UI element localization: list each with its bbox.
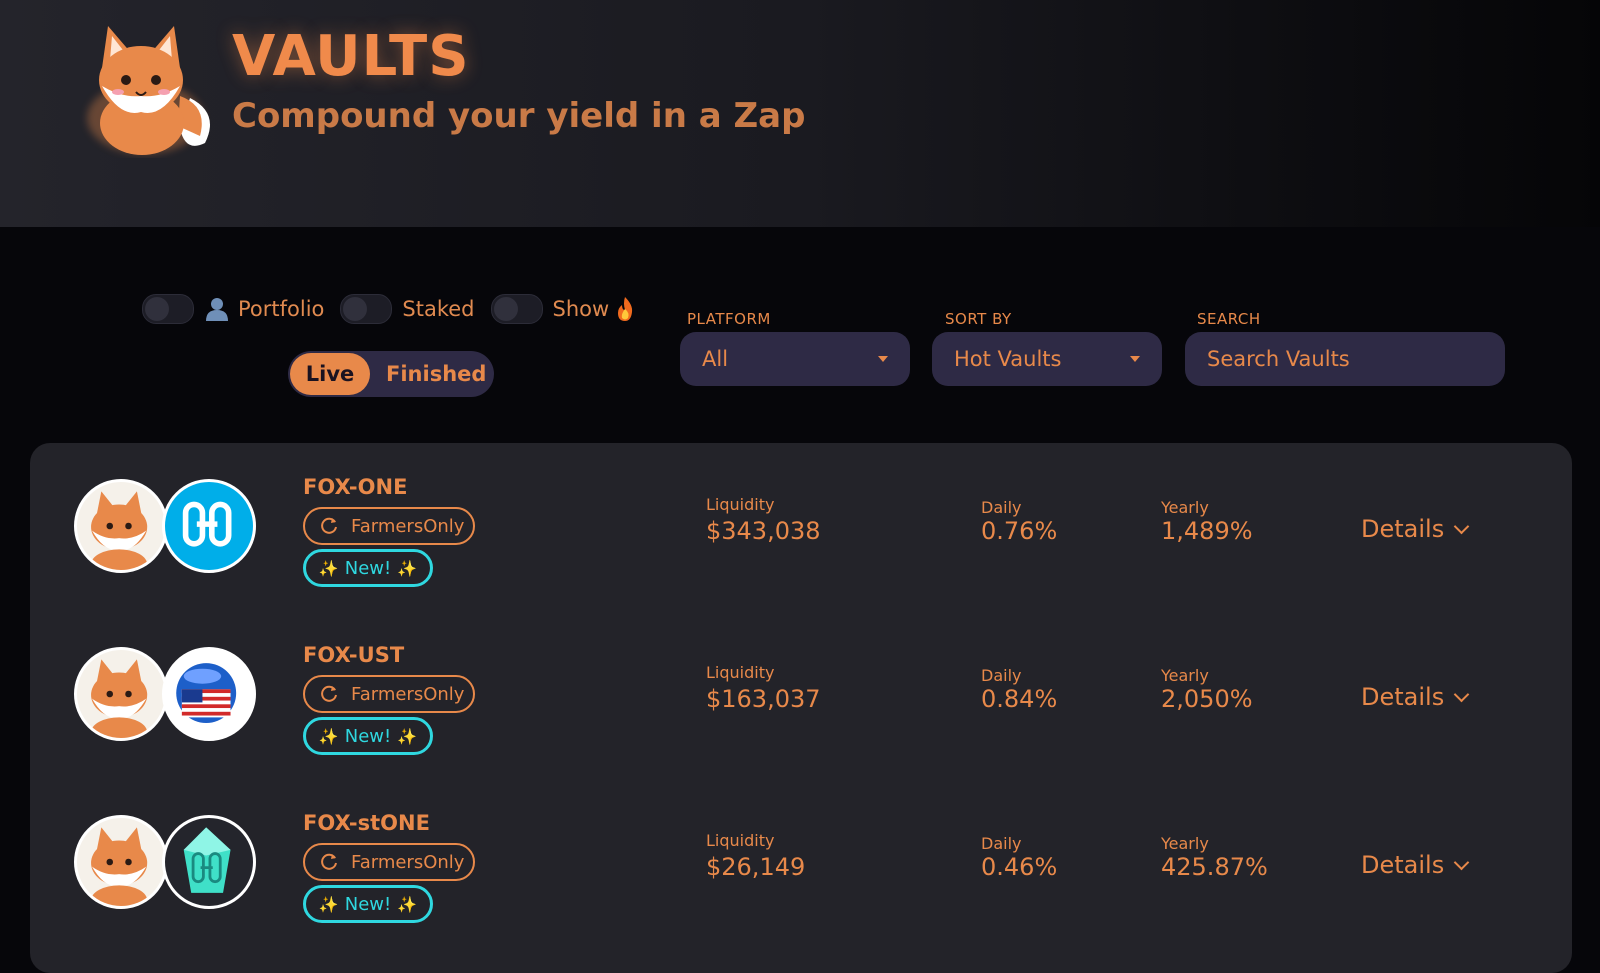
platform-name: FarmersOnly [351, 683, 465, 705]
daily-value: 0.84% [981, 685, 1058, 713]
liquidity-value: $163,037 [706, 685, 821, 713]
liquidity-label: Liquidity [706, 495, 775, 514]
search-input[interactable]: Search Vaults [1185, 332, 1505, 386]
new-badge-label: New! [344, 557, 392, 579]
sparkle-icon: ✨ [318, 894, 339, 914]
details-label: Details [1361, 851, 1445, 879]
refresh-icon [321, 517, 337, 534]
portfolio-toggle[interactable] [142, 294, 194, 324]
details-button[interactable]: Details [1361, 851, 1470, 879]
new-badge: ✨ New! ✨ [303, 549, 433, 587]
vault-row[interactable]: FOX-ONE FarmersOnly ✨ New! ✨ Liquidity $… [30, 443, 1572, 593]
details-button[interactable]: Details [1361, 683, 1470, 711]
sparkle-icon: ✨ [318, 558, 339, 578]
fox-token-icon [74, 815, 168, 909]
page-header: VAULTS Compound your yield in a Zap [0, 0, 1600, 227]
yearly-label: Yearly [1161, 666, 1209, 685]
daily-label: Daily [981, 834, 1022, 853]
page-subtitle: Compound your yield in a Zap [232, 96, 806, 136]
daily-label: Daily [981, 666, 1022, 685]
search-label: SEARCH [1197, 310, 1261, 328]
vault-name: FOX-stONE [303, 811, 430, 835]
caret-down-icon [1130, 356, 1140, 362]
sparkle-icon: ✨ [397, 894, 418, 914]
yearly-value: 425.87% [1161, 853, 1268, 881]
fox-logo [87, 26, 210, 155]
platform-label: PLATFORM [687, 310, 771, 328]
sort-value: Hot Vaults [954, 347, 1062, 371]
show-label: Show [552, 297, 610, 321]
caret-down-icon [878, 356, 888, 362]
details-button[interactable]: Details [1361, 515, 1470, 543]
hot-toggle[interactable] [490, 294, 543, 324]
live-button[interactable]: Live [290, 353, 370, 395]
search-placeholder: Search Vaults [1207, 347, 1350, 371]
liquidity-value: $26,149 [706, 853, 806, 881]
platform-badge: FarmersOnly [303, 843, 475, 881]
new-badge: ✨ New! ✨ [303, 717, 433, 755]
vault-row[interactable]: FOX-stONE FarmersOnly ✨ New! ✨ Liquidity… [30, 779, 1572, 929]
portfolio-label: Portfolio [238, 297, 325, 321]
chevron-down-icon [1453, 518, 1470, 534]
user-icon [206, 298, 228, 321]
sort-label: SORT BY [945, 310, 1012, 328]
platform-badge: FarmersOnly [303, 675, 475, 713]
new-badge-label: New! [344, 893, 392, 915]
vault-list: FOX-ONE FarmersOnly ✨ New! ✨ Liquidity $… [30, 443, 1572, 973]
fox-token-icon [74, 479, 168, 573]
platform-select[interactable]: All [680, 332, 910, 386]
sparkle-icon: ✨ [318, 726, 339, 746]
platform-badge: FarmersOnly [303, 507, 475, 545]
daily-value: 0.46% [981, 853, 1058, 881]
flame-icon [618, 297, 633, 321]
yearly-label: Yearly [1161, 834, 1209, 853]
liquidity-label: Liquidity [706, 831, 775, 850]
new-badge-label: New! [344, 725, 392, 747]
daily-value: 0.76% [981, 517, 1058, 545]
details-label: Details [1361, 683, 1445, 711]
liquidity-label: Liquidity [706, 663, 775, 682]
harmony-one-icon [162, 479, 256, 573]
vault-name: FOX-ONE [303, 475, 408, 499]
vault-row[interactable]: FOX-UST FarmersOnly ✨ New! ✨ Liquidity $… [30, 611, 1572, 761]
vault-name: FOX-UST [303, 643, 405, 667]
staked-label: Staked [402, 297, 475, 321]
filter-toggles: Portfolio Staked Show [142, 294, 635, 324]
yearly-label: Yearly [1161, 498, 1209, 517]
yearly-value: 2,050% [1161, 685, 1253, 713]
finished-button[interactable]: Finished [386, 362, 486, 386]
new-badge: ✨ New! ✨ [303, 885, 433, 923]
status-toggle: Live Finished [288, 351, 494, 397]
sparkle-icon: ✨ [397, 558, 418, 578]
ust-icon [162, 647, 256, 741]
platform-name: FarmersOnly [351, 515, 465, 537]
page-title: VAULTS [232, 24, 470, 89]
staked-toggle[interactable] [340, 294, 393, 324]
details-label: Details [1361, 515, 1445, 543]
refresh-icon [321, 853, 337, 870]
stone-icon [162, 815, 256, 909]
sparkle-icon: ✨ [397, 726, 418, 746]
yearly-value: 1,489% [1161, 517, 1253, 545]
liquidity-value: $343,038 [706, 517, 821, 545]
platform-value: All [702, 347, 729, 371]
fox-token-icon [74, 647, 168, 741]
daily-label: Daily [981, 498, 1022, 517]
chevron-down-icon [1453, 854, 1470, 870]
refresh-icon [321, 685, 337, 702]
sort-select[interactable]: Hot Vaults [932, 332, 1162, 386]
platform-name: FarmersOnly [351, 851, 465, 873]
chevron-down-icon [1453, 686, 1470, 702]
